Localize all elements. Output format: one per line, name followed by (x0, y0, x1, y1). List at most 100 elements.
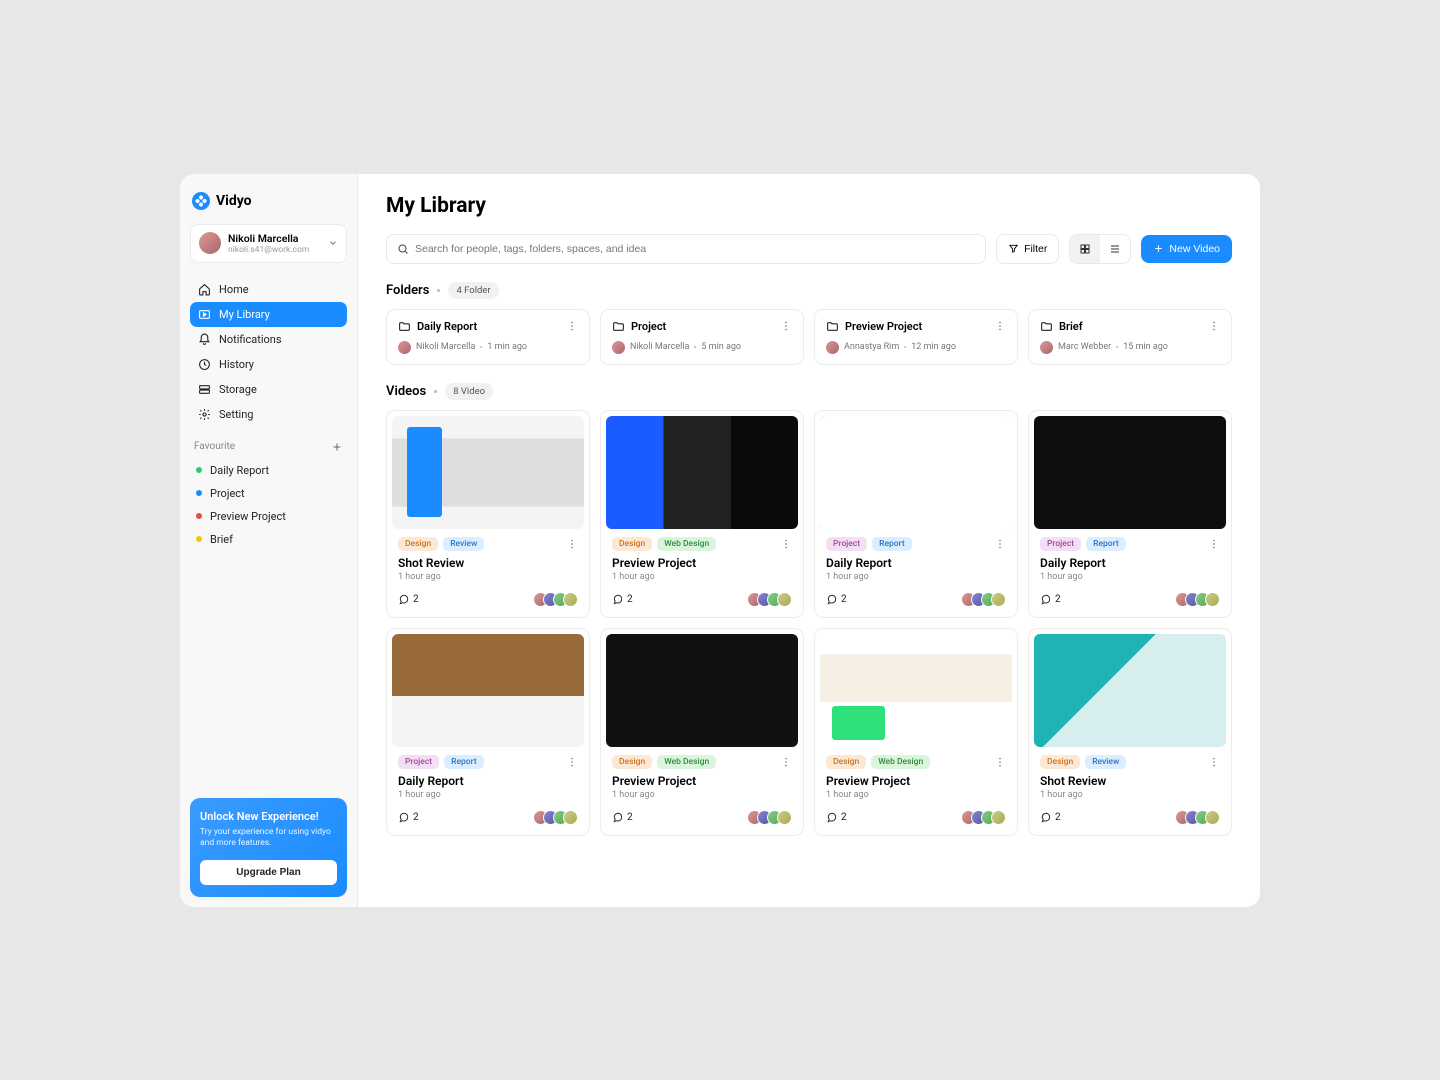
comment-count[interactable]: 2 (612, 812, 633, 823)
folders-count-badge: 4 Folder (448, 282, 498, 299)
view-list-button[interactable] (1100, 235, 1130, 263)
more-icon[interactable] (994, 320, 1006, 332)
more-icon[interactable] (1208, 320, 1220, 332)
collaborator-stack (1175, 592, 1220, 607)
comment-count[interactable]: 2 (1040, 812, 1061, 823)
video-card[interactable]: ProjectReport Daily Report 1 hour ago 2 (1028, 410, 1232, 618)
video-title: Shot Review (1034, 774, 1226, 788)
plus-icon (1153, 243, 1164, 254)
collaborator-stack (961, 592, 1006, 607)
more-icon[interactable] (566, 538, 578, 550)
search-box[interactable] (386, 234, 986, 264)
more-icon[interactable] (566, 756, 578, 768)
sidebar-item-history[interactable]: History (190, 352, 347, 377)
comment-count[interactable]: 2 (826, 594, 847, 605)
user-email: nikoli.s41@work.com (228, 245, 321, 255)
video-time: 1 hour ago (1034, 790, 1226, 800)
folder-card[interactable]: Project Nikoli Marcella 5 min ago (600, 309, 804, 365)
toolbar: Filter New Video (386, 234, 1232, 264)
favourite-list: Daily Report Project Preview ProjectBrief (190, 459, 347, 551)
owner-avatar (612, 341, 625, 354)
filter-button[interactable]: Filter (996, 234, 1059, 264)
sidebar-nav: Home My Library Notifications History St… (190, 277, 347, 427)
more-icon[interactable] (566, 320, 578, 332)
comment-count[interactable]: 2 (1040, 594, 1061, 605)
dot-icon (196, 513, 202, 519)
list-icon (1109, 243, 1121, 255)
avatar (777, 810, 792, 825)
filter-icon (1008, 243, 1019, 254)
avatar (1205, 592, 1220, 607)
favourite-item[interactable]: Brief (190, 528, 347, 551)
more-icon[interactable] (1208, 538, 1220, 550)
more-icon[interactable] (780, 538, 792, 550)
owner-avatar (1040, 341, 1053, 354)
favourite-item[interactable]: Preview Project (190, 505, 347, 528)
folder-time: 1 min ago (487, 342, 527, 352)
more-icon[interactable] (780, 756, 792, 768)
tag-web: Web Design (657, 537, 716, 551)
folders-header: Folders 4 Folder (386, 282, 1232, 299)
comment-count[interactable]: 2 (612, 594, 633, 605)
upgrade-card: Unlock New Experience! Try your experien… (190, 798, 347, 896)
more-icon[interactable] (994, 538, 1006, 550)
more-icon[interactable] (1208, 756, 1220, 768)
new-video-button[interactable]: New Video (1141, 235, 1232, 263)
user-avatar (199, 232, 221, 254)
tag-report: Report (872, 537, 912, 551)
library-icon (198, 308, 211, 321)
collaborator-stack (1175, 810, 1220, 825)
owner-avatar (398, 341, 411, 354)
video-card[interactable]: ProjectReport Daily Report 1 hour ago 2 (386, 628, 590, 836)
video-card[interactable]: DesignWeb Design Preview Project 1 hour … (600, 628, 804, 836)
video-card[interactable]: ProjectReport Daily Report 1 hour ago 2 (814, 410, 1018, 618)
video-thumbnail (606, 416, 798, 529)
comment-count[interactable]: 2 (826, 812, 847, 823)
video-thumbnail (606, 634, 798, 747)
upgrade-plan-button[interactable]: Upgrade Plan (200, 860, 337, 885)
collaborator-stack (533, 592, 578, 607)
add-favourite-icon[interactable] (331, 441, 343, 453)
video-title: Preview Project (606, 556, 798, 570)
more-icon[interactable] (780, 320, 792, 332)
video-card[interactable]: DesignWeb Design Preview Project 1 hour … (814, 628, 1018, 836)
favourite-label: Project (210, 487, 245, 500)
video-card[interactable]: DesignReview Shot Review 1 hour ago 2 (1028, 628, 1232, 836)
favourite-item[interactable]: Project (190, 482, 347, 505)
video-card[interactable]: DesignReview Shot Review 1 hour ago 2 (386, 410, 590, 618)
sidebar-item-label: Notifications (219, 333, 282, 346)
brand: Vidyo (190, 188, 347, 224)
folder-icon (1040, 320, 1053, 333)
upgrade-title: Unlock New Experience! (200, 810, 337, 823)
folder-name: Brief (1059, 320, 1202, 333)
favourite-label: Daily Report (210, 464, 269, 477)
sidebar-item-label: Home (219, 283, 249, 296)
upgrade-subtitle: Try your experience for using vidyo and … (200, 827, 337, 849)
bell-icon (198, 333, 211, 346)
folder-card[interactable]: Brief Marc Webber 15 min ago (1028, 309, 1232, 365)
comment-count[interactable]: 2 (398, 594, 419, 605)
folder-card[interactable]: Preview Project Annastya Rim 12 min ago (814, 309, 1018, 365)
view-grid-button[interactable] (1070, 235, 1100, 263)
comment-icon (1040, 812, 1051, 823)
folder-card[interactable]: Daily Report Nikoli Marcella 1 min ago (386, 309, 590, 365)
sidebar-item-setting[interactable]: Setting (190, 402, 347, 427)
search-input[interactable] (415, 243, 975, 255)
video-card[interactable]: DesignWeb Design Preview Project 1 hour … (600, 410, 804, 618)
sidebar-item-label: Setting (219, 408, 254, 421)
folders-title: Folders (386, 283, 429, 298)
comment-count[interactable]: 2 (398, 812, 419, 823)
tag-project: Project (826, 537, 867, 551)
sidebar-item-library[interactable]: My Library (190, 302, 347, 327)
user-card[interactable]: Nikoli Marcella nikoli.s41@work.com (190, 224, 347, 263)
sidebar-item-storage[interactable]: Storage (190, 377, 347, 402)
favourite-item[interactable]: Daily Report (190, 459, 347, 482)
video-title: Preview Project (820, 774, 1012, 788)
video-thumbnail (1034, 416, 1226, 529)
chevron-down-icon (328, 238, 338, 248)
tag-design: Design (398, 537, 438, 551)
more-icon[interactable] (994, 756, 1006, 768)
sidebar-item-notifications[interactable]: Notifications (190, 327, 347, 352)
folder-owner: Annastya Rim (844, 342, 899, 352)
sidebar-item-home[interactable]: Home (190, 277, 347, 302)
